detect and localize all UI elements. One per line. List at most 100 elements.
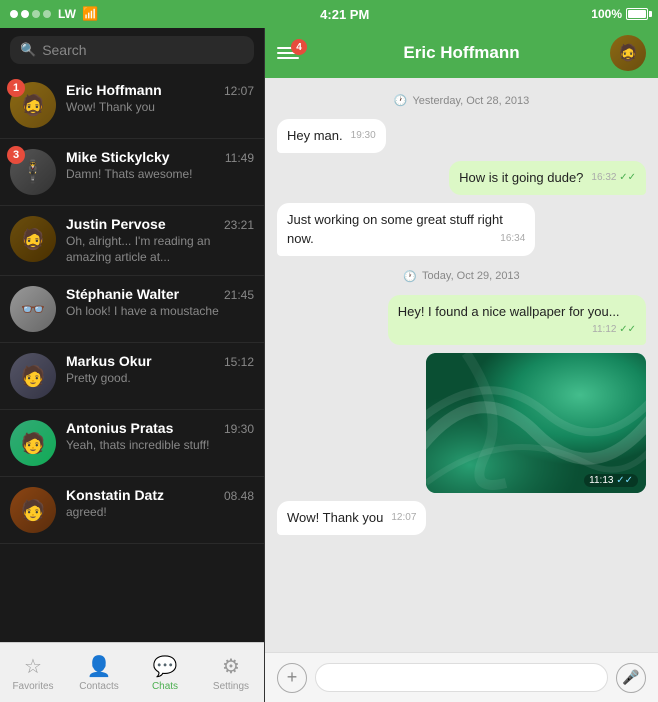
chat-name-row-3: Justin Pervose 23:21: [66, 216, 254, 232]
checkmarks-2: ✓✓: [619, 172, 636, 183]
nav-chats-label: Chats: [152, 681, 178, 692]
settings-icon: ⚙: [222, 654, 240, 679]
checkmarks-5: ✓✓: [619, 324, 636, 335]
avatar-7: 🧑: [10, 487, 56, 533]
chat-name-row-6: Antonius Pratas 19:30: [66, 420, 254, 436]
chat-info-4: Stéphanie Walter 21:45 Oh look! I have a…: [66, 286, 254, 320]
chat-preview-1: Wow! Thank you: [66, 100, 254, 116]
message-input[interactable]: [315, 663, 608, 692]
bubble-time-1: 19:30: [351, 129, 376, 143]
search-icon: 🔍: [20, 42, 36, 58]
add-attachment-button[interactable]: +: [277, 663, 307, 693]
chat-preview-6: Yeah, thats incredible stuff!: [66, 438, 254, 454]
chat-info-7: Konstatin Datz 08.48 agreed!: [66, 487, 254, 521]
chat-item-1[interactable]: 🧔 1 Eric Hoffmann 12:07 Wow! Thank you: [0, 72, 264, 139]
bubble-text-5: Hey! I found a nice wallpaper for you...: [398, 304, 620, 319]
chat-time-2: 11:49: [225, 151, 254, 165]
bubble-text-2: How is it going dude?: [459, 170, 583, 185]
avatar-6: 🧑: [10, 420, 56, 466]
chat-preview-3: Oh, alright... I'm reading an amazing ar…: [66, 234, 254, 265]
chat-name-row-2: Mike Stickylcky 11:49: [66, 149, 254, 165]
chat-list: 🧔 1 Eric Hoffmann 12:07 Wow! Thank you 🕴…: [0, 72, 264, 642]
wifi-icon: 📶: [82, 6, 98, 22]
carrier-label: LW: [58, 7, 76, 21]
nav-chats[interactable]: 💬 Chats: [132, 643, 198, 702]
battery-area: 100%: [591, 7, 648, 21]
chat-name-5: Markus Okur: [66, 353, 152, 369]
menu-button[interactable]: 4: [277, 47, 299, 59]
chat-info-2: Mike Stickylcky 11:49 Damn! Thats awesom…: [66, 149, 254, 183]
avatar-4: 👓: [10, 286, 56, 332]
message-3: Just working on some great stuff right n…: [277, 203, 646, 255]
chat-time-3: 23:21: [224, 218, 254, 232]
star-icon: ☆: [24, 654, 42, 679]
avatar-wrap-1: 🧔 1: [10, 82, 56, 128]
avatar-wrap-3: 🧔: [10, 216, 56, 262]
chat-item-6[interactable]: 🧑 Antonius Pratas 19:30 Yeah, thats incr…: [0, 410, 264, 477]
chat-info-3: Justin Pervose 23:21 Oh, alright... I'm …: [66, 216, 254, 265]
status-bar: LW 📶 4:21 PM 100%: [0, 0, 658, 28]
chat-info-1: Eric Hoffmann 12:07 Wow! Thank you: [66, 82, 254, 116]
header-left: 4: [277, 47, 299, 59]
message-7: Wow! Thank you 12:07: [277, 501, 646, 535]
nav-contacts-label: Contacts: [79, 681, 118, 692]
chat-item-3[interactable]: 🧔 Justin Pervose 23:21 Oh, alright... I'…: [0, 206, 264, 276]
battery-fill: [628, 10, 646, 18]
chat-header: 4 Eric Hoffmann 🧔: [265, 28, 658, 78]
menu-badge: 4: [291, 39, 307, 55]
date-label-1: Yesterday, Oct 28, 2013: [412, 95, 529, 107]
image-bubble[interactable]: 11:13 ✓✓: [426, 353, 646, 493]
avatar-wrap-6: 🧑: [10, 420, 56, 466]
avatar-wrap-2: 🕴 3: [10, 149, 56, 195]
menu-line-3: [277, 57, 299, 59]
signal-area: LW 📶: [10, 6, 98, 22]
message-6: 11:13 ✓✓: [277, 353, 646, 493]
bubble-5: Hey! I found a nice wallpaper for you...…: [388, 295, 646, 345]
left-panel: 🔍 Search 🧔 1 Eric Hoffmann 12:07 Wow! Th…: [0, 28, 265, 702]
bubble-2: How is it going dude? 16:32 ✓✓: [449, 161, 646, 195]
badge-2: 3: [7, 146, 25, 164]
chat-name-6: Antonius Pratas: [66, 420, 173, 436]
nav-settings[interactable]: ⚙ Settings: [198, 643, 264, 702]
bubble-time-5: 11:12 ✓✓: [592, 323, 636, 337]
chat-name-7: Konstatin Datz: [66, 487, 164, 503]
battery-icon: [626, 8, 648, 20]
chat-preview-2: Damn! Thats awesome!: [66, 167, 254, 183]
chat-name-4: Stéphanie Walter: [66, 286, 179, 302]
status-time: 4:21 PM: [320, 7, 369, 22]
message-1: Hey man. 19:30: [277, 119, 646, 153]
bubble-3: Just working on some great stuff right n…: [277, 203, 535, 255]
bottom-nav: ☆ Favorites 👤 Contacts 💬 Chats ⚙ Setting…: [0, 642, 264, 702]
message-2: How is it going dude? 16:32 ✓✓: [277, 161, 646, 195]
right-panel: 4 Eric Hoffmann 🧔 🕐 Yesterday, Oct 28, 2…: [265, 28, 658, 702]
chats-icon: 💬: [153, 654, 178, 679]
nav-favorites[interactable]: ☆ Favorites: [0, 643, 66, 702]
nav-settings-label: Settings: [213, 681, 249, 692]
contacts-icon: 👤: [87, 654, 112, 679]
chat-item-7[interactable]: 🧑 Konstatin Datz 08.48 agreed!: [0, 477, 264, 544]
chat-name-row-5: Markus Okur 15:12: [66, 353, 254, 369]
chat-item-5[interactable]: 🧑 Markus Okur 15:12 Pretty good.: [0, 343, 264, 410]
clock-icon-1: 🕐: [394, 94, 408, 107]
signal-dot-3: [32, 10, 40, 18]
chat-preview-4: Oh look! I have a moustache: [66, 304, 254, 320]
search-bar[interactable]: 🔍 Search: [10, 36, 254, 64]
chat-item-4[interactable]: 👓 Stéphanie Walter 21:45 Oh look! I have…: [0, 276, 264, 343]
avatar-wrap-7: 🧑: [10, 487, 56, 533]
chat-name-3: Justin Pervose: [66, 216, 166, 232]
nav-contacts[interactable]: 👤 Contacts: [66, 643, 132, 702]
chat-time-1: 12:07: [224, 84, 254, 98]
microphone-button[interactable]: 🎤: [616, 663, 646, 693]
date-separator-2: 🕐 Today, Oct 29, 2013: [277, 270, 646, 283]
main-content: 🔍 Search 🧔 1 Eric Hoffmann 12:07 Wow! Th…: [0, 28, 658, 702]
chat-name-row-7: Konstatin Datz 08.48: [66, 487, 254, 503]
battery-percent: 100%: [591, 7, 622, 21]
chat-info-6: Antonius Pratas 19:30 Yeah, thats incred…: [66, 420, 254, 454]
header-avatar[interactable]: 🧔: [610, 35, 646, 71]
checkmarks-6: ✓✓: [616, 475, 633, 486]
avatar-wrap-5: 🧑: [10, 353, 56, 399]
chat-item-2[interactable]: 🕴 3 Mike Stickylcky 11:49 Damn! Thats aw…: [0, 139, 264, 206]
date-separator-1: 🕐 Yesterday, Oct 28, 2013: [277, 94, 646, 107]
signal-dot-1: [10, 10, 18, 18]
chat-input-bar: + 🎤: [265, 652, 658, 702]
